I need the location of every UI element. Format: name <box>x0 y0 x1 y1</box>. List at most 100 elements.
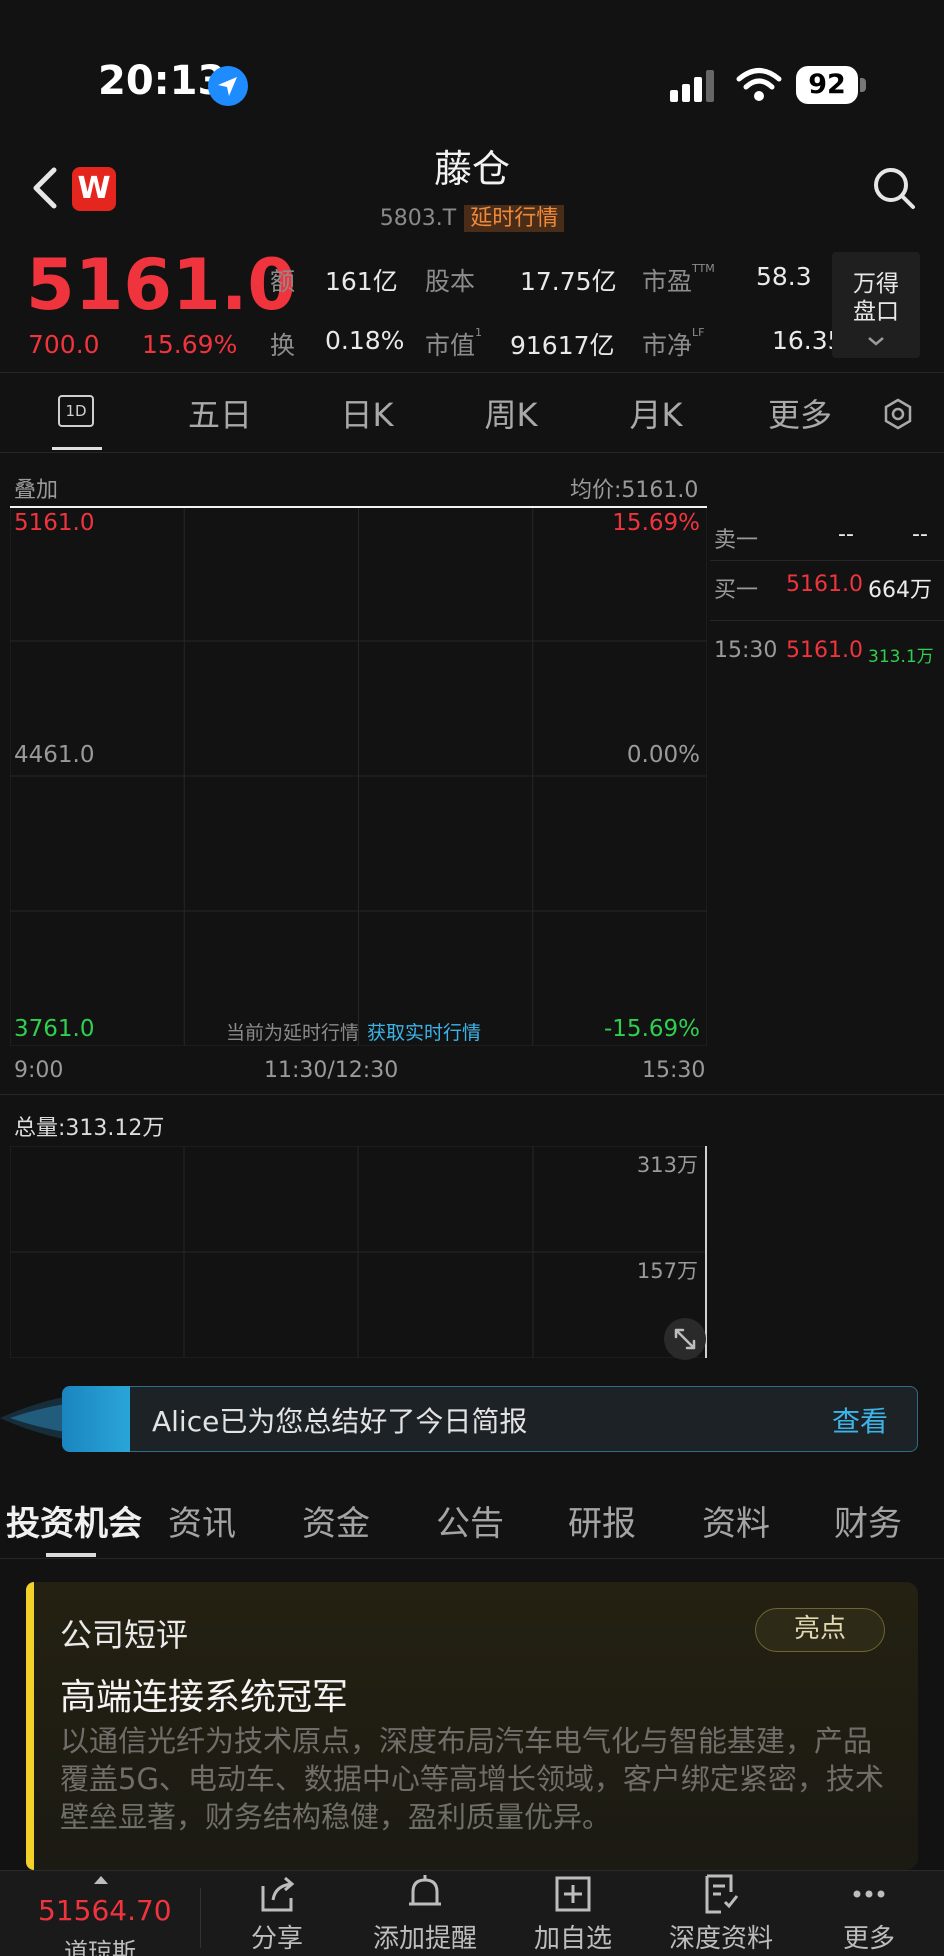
divider <box>710 620 944 621</box>
bid1-volume: 664万 <box>868 578 932 603</box>
wande-label-1: 万得 <box>853 271 899 297</box>
alice-view-button[interactable]: 查看 <box>832 1400 888 1440</box>
chart-settings-icon[interactable] <box>882 398 914 430</box>
plus-square-icon <box>555 1876 591 1912</box>
ask1-price: -- <box>838 522 854 547</box>
ask1-volume: -- <box>912 522 928 547</box>
tab-daily-k[interactable]: 日K <box>307 390 427 436</box>
total-volume: 总量:313.12万 <box>14 1116 165 1141</box>
add-watchlist-button[interactable]: 加自选 <box>508 1872 638 1955</box>
trade-time: 15:30 <box>714 638 778 663</box>
tab-5day[interactable]: 五日 <box>160 390 280 436</box>
card-headline: 高端连接系统冠军 <box>60 1677 349 1718</box>
card-title: 公司短评 <box>60 1616 189 1654</box>
more-button[interactable]: 更多 <box>804 1872 934 1955</box>
trade-price: 5161.0 <box>786 638 863 663</box>
share-icon <box>261 1876 295 1912</box>
divider <box>0 1094 944 1095</box>
caret-up-icon <box>94 1876 108 1884</box>
deep-research-button[interactable]: 深度资料 <box>656 1872 786 1955</box>
tab-1d-underline <box>52 447 102 450</box>
bid1-label: 买一 <box>714 578 759 603</box>
status-bar: 20:13 92 <box>0 0 944 150</box>
y-tick-right-mid: 0.00% <box>627 742 700 768</box>
section-tab-capital[interactable]: 资金 <box>302 1496 370 1545</box>
share-label: 分享 <box>250 1924 303 1954</box>
stat-label-pe: 市盈TTM <box>642 262 715 296</box>
divider <box>0 1558 944 1559</box>
section-tab-research[interactable]: 研报 <box>568 1496 636 1545</box>
divider <box>0 452 944 453</box>
stock-name: 藤仓 <box>433 147 510 191</box>
search-icon[interactable] <box>872 166 916 210</box>
y-tick-left-low: 3761.0 <box>14 1016 94 1042</box>
section-tab-opportunities[interactable]: 投资机会 <box>6 1496 142 1545</box>
stat-label-turnover-rate: 换 <box>270 331 296 360</box>
divider <box>710 560 944 561</box>
battery-tip <box>860 78 866 92</box>
x-tick-lunch: 11:30/12:30 <box>264 1058 399 1083</box>
stat-label-shares: 股本 <box>425 267 476 296</box>
volume-tick-top: 313万 <box>637 1153 698 1177</box>
tab-1d[interactable]: 1D <box>58 395 94 427</box>
tab-monthly-k[interactable]: 月K <box>596 390 716 436</box>
tab-more[interactable]: 更多 <box>740 390 860 436</box>
card-body: 以通信光纤为技术原点，深度布局汽车电气化与智能基建，产品覆盖5G、电动车、数据中… <box>60 1724 884 1834</box>
trade-volume: 313.1万 <box>868 647 934 667</box>
delay-badge: 延时行情 <box>464 205 565 232</box>
alice-summary-text: Alice已为您总结好了今日简报 <box>152 1405 528 1438</box>
bell-icon <box>409 1875 441 1906</box>
x-tick-close: 15:30 <box>642 1058 706 1083</box>
x-tick-open: 9:00 <box>14 1058 64 1083</box>
index-name[interactable]: 道琼斯 <box>64 1932 136 1956</box>
index-value[interactable]: 51564.70 <box>38 1894 172 1927</box>
last-price: 5161.0 <box>26 244 297 326</box>
ticker-row: 5803.T 延时行情 <box>0 200 944 232</box>
divider <box>200 1888 201 1948</box>
add-alert-button[interactable]: 添加提醒 <box>360 1872 490 1955</box>
document-search-icon <box>705 1874 739 1914</box>
realtime-quote-link[interactable]: 获取实时行情 <box>367 1022 481 1044</box>
divider <box>0 372 944 373</box>
section-tab-news[interactable]: 资讯 <box>168 1496 236 1545</box>
alice-avatar <box>62 1386 130 1452</box>
section-tab-financials[interactable]: 财务 <box>834 1496 902 1545</box>
stat-value-turnover: 161亿 <box>325 267 398 296</box>
ask1-label: 卖一 <box>714 528 759 553</box>
stat-value-turnover-rate: 0.18% <box>325 326 405 355</box>
highlight-badge[interactable]: 亮点 <box>755 1608 885 1652</box>
wifi-icon <box>736 68 782 101</box>
change-amount: 700.0 <box>28 330 100 359</box>
section-tab-profile[interactable]: 资料 <box>702 1496 770 1545</box>
stat-value-shares: 17.75亿 <box>520 267 617 296</box>
add-watchlist-label: 加自选 <box>533 1924 612 1954</box>
share-button[interactable]: 分享 <box>212 1872 342 1955</box>
section-tab-announcements[interactable]: 公告 <box>436 1496 504 1545</box>
card-accent-bar <box>26 1582 34 1870</box>
battery-level: 92 <box>796 66 858 104</box>
stat-label-turnover: 额 <box>270 267 296 296</box>
change-percent: 15.69% <box>142 330 238 359</box>
overlay-button[interactable]: 叠加 <box>14 472 58 504</box>
chevron-down-icon <box>868 337 884 346</box>
bid1-price: 5161.0 <box>786 572 863 597</box>
section-tab-underline <box>46 1553 96 1557</box>
delay-notice: 当前为延时行情 获取实时行情 <box>226 1018 481 1045</box>
tab-weekly-k[interactable]: 周K <box>451 390 571 436</box>
more-label: 更多 <box>842 1924 895 1954</box>
y-tick-right-high: 15.69% <box>612 510 700 536</box>
wande-label-2: 盘口 <box>853 299 899 325</box>
delay-notice-text: 当前为延时行情 <box>226 1022 360 1044</box>
add-alert-label: 添加提醒 <box>372 1924 477 1954</box>
stat-label-pb: 市净LF <box>642 326 705 360</box>
location-arrow-icon <box>208 66 248 106</box>
expand-chart-icon[interactable] <box>664 1318 706 1360</box>
y-tick-left-high: 5161.0 <box>14 510 94 536</box>
y-tick-right-low: -15.69% <box>604 1016 700 1042</box>
intraday-price-chart: 5161.0 4461.0 3761.0 15.69% 0.00% -15.69… <box>10 506 707 1046</box>
stat-value-market-cap: 91617亿 <box>510 331 615 360</box>
y-tick-left-mid: 4461.0 <box>14 742 94 768</box>
wande-orderbook-button[interactable]: 万得 盘口 <box>832 252 920 358</box>
cellular-signal-icon <box>670 70 714 102</box>
stat-label-market-cap: 市值1 <box>425 326 483 360</box>
